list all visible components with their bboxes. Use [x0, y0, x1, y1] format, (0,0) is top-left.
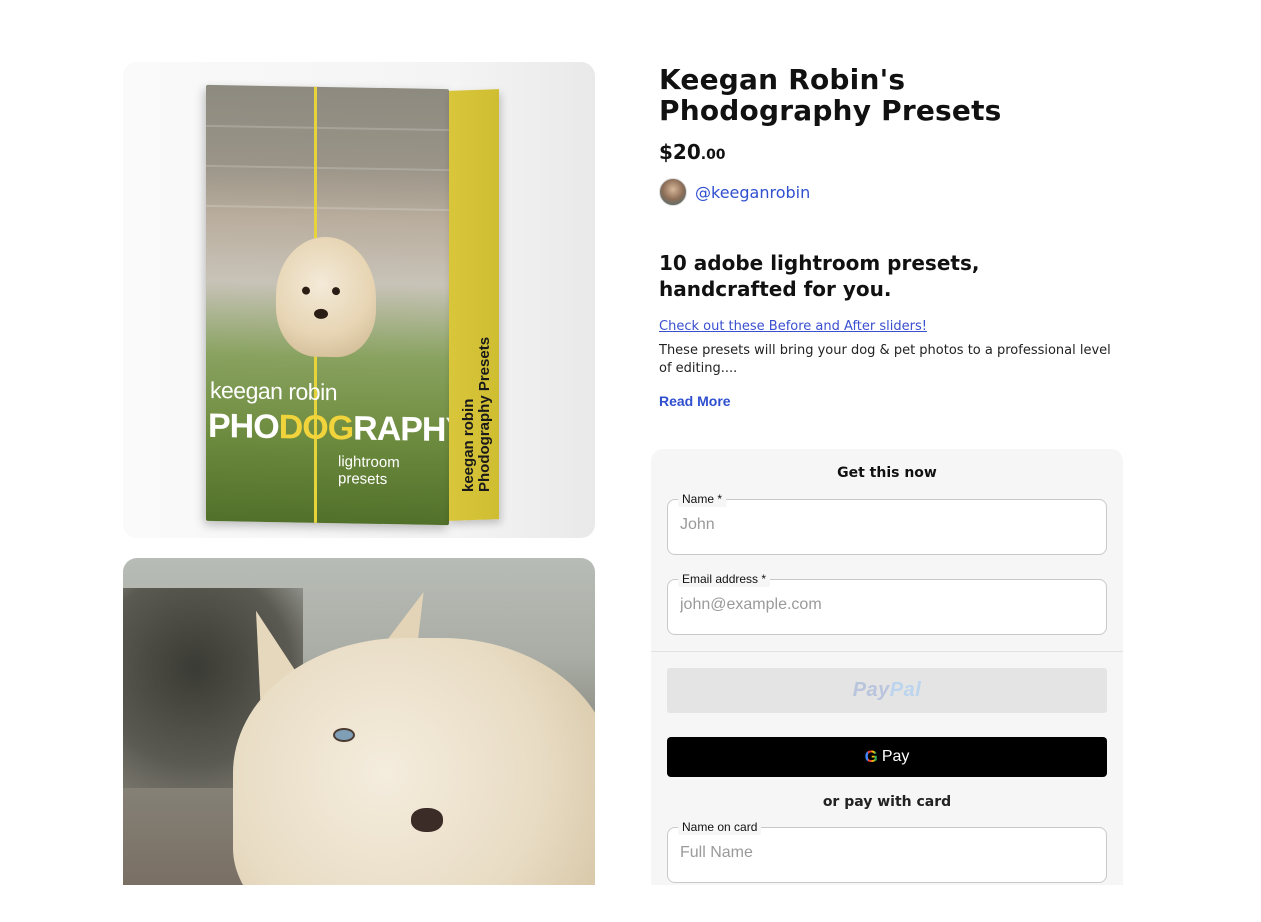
box-subtitle-text: lightroom presets	[338, 453, 400, 489]
creator-link[interactable]: @keeganrobin	[695, 183, 810, 202]
product-box-image[interactable]: keegan robin PHODOGRAPHY lightroom prese…	[123, 62, 595, 538]
name-field[interactable]: Name *	[667, 491, 1107, 555]
product-headline: 10 adobe lightroom presets, handcrafted …	[659, 251, 980, 301]
name-label: Name *	[678, 491, 727, 507]
checkout-panel: Get this now Name * Email address * PayP…	[651, 449, 1123, 885]
or-pay-with-card-text: or pay with card	[822, 794, 952, 810]
card-name-label: Name on card	[678, 819, 762, 835]
before-after-link[interactable]: Check out these Before and After sliders…	[659, 319, 927, 334]
paypal-button[interactable]: Pay Pal	[667, 668, 1107, 713]
google-g-icon: G	[864, 747, 878, 766]
name-input[interactable]	[680, 516, 1090, 534]
dog-illustration	[233, 638, 595, 885]
google-pay-button[interactable]: G Pay	[667, 737, 1107, 777]
dog-photo-image[interactable]	[123, 558, 595, 885]
puppy-illustration	[276, 236, 376, 358]
box-brand-text: keegan robin	[210, 376, 337, 406]
divider	[651, 651, 1123, 652]
read-more-link[interactable]: Read More	[659, 393, 731, 409]
checkout-heading: Get this now	[837, 465, 937, 481]
product-info: Keegan Robin's Phodography Presets $20.0…	[659, 64, 1124, 410]
creator-row: @keeganrobin	[659, 178, 1124, 206]
email-field[interactable]: Email address *	[667, 571, 1107, 635]
product-media: keegan robin PHODOGRAPHY lightroom prese…	[123, 62, 595, 885]
product-description: These presets will bring your dog & pet …	[659, 343, 1111, 376]
box-title-text: PHODOGRAPHY	[208, 406, 468, 450]
box-front-art: keegan robin PHODOGRAPHY lightroom prese…	[206, 84, 467, 526]
product-price: $20.00	[659, 140, 726, 164]
creator-avatar[interactable]	[659, 178, 687, 206]
email-label: Email address *	[678, 571, 771, 587]
card-name-field[interactable]: Name on card	[667, 819, 1107, 883]
email-input[interactable]	[680, 596, 1090, 614]
box-side-text: keegan robin Phodography Presets	[460, 336, 493, 492]
product-title: Keegan Robin's Phodography Presets	[659, 63, 1002, 127]
card-name-input[interactable]	[680, 844, 1090, 862]
